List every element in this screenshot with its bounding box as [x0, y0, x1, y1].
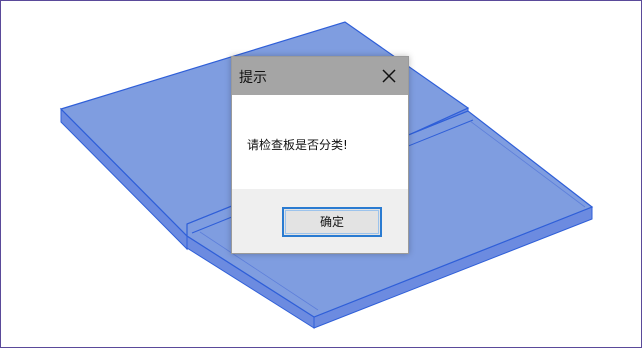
- dialog-title: 提示: [239, 70, 267, 86]
- alert-dialog: 提示 请检查板是否分类! 确定: [231, 56, 409, 254]
- ok-button[interactable]: 确定: [282, 207, 382, 237]
- close-button[interactable]: [378, 65, 400, 87]
- close-icon: [382, 69, 396, 83]
- dialog-titlebar[interactable]: 提示: [232, 57, 408, 95]
- dialog-footer: 确定: [232, 189, 408, 253]
- dialog-message: 请检查板是否分类!: [247, 138, 348, 152]
- dialog-body: 请检查板是否分类!: [232, 95, 408, 189]
